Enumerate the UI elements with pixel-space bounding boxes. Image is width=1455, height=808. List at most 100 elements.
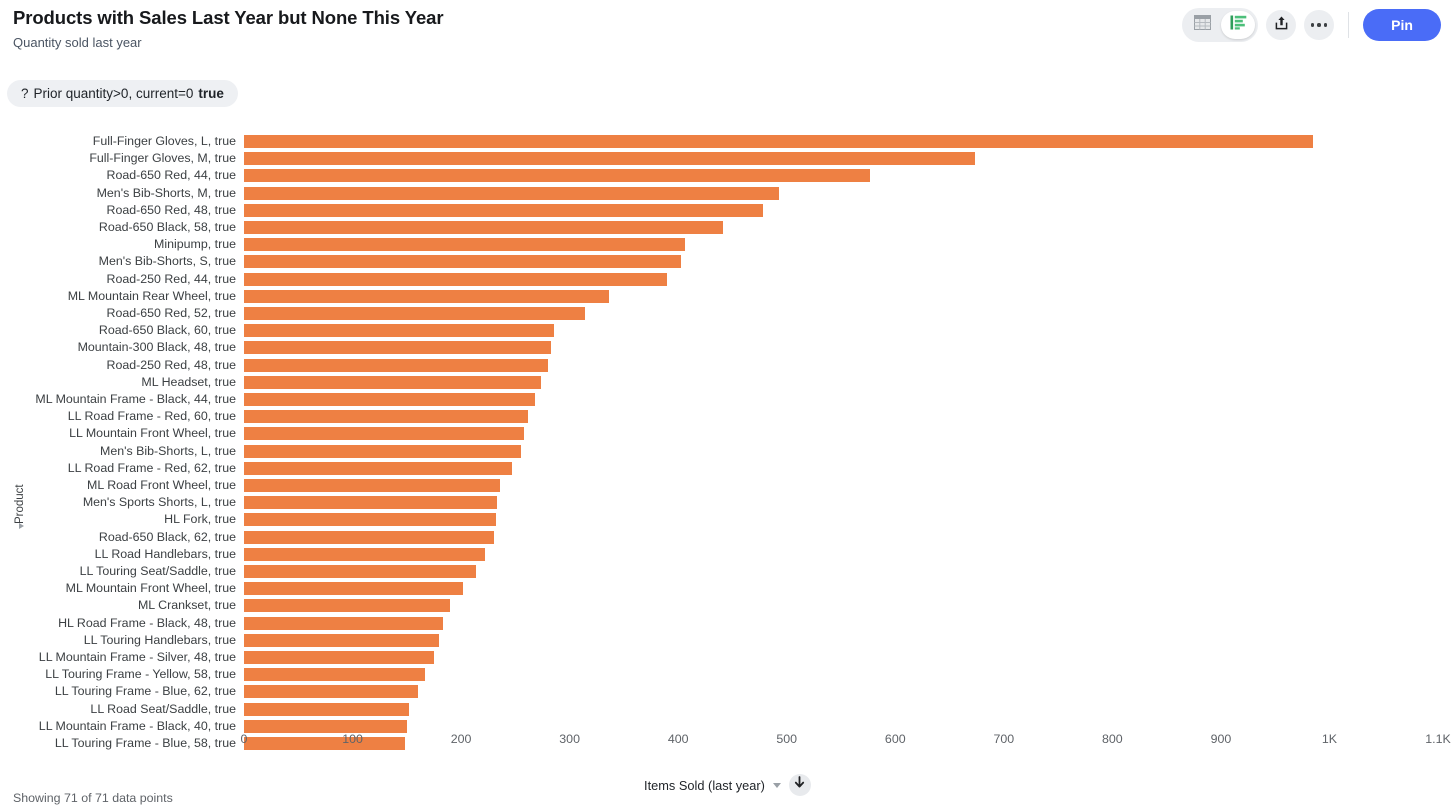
bar-row[interactable]: ML Mountain Front Wheel, true [0,580,1455,597]
pin-button[interactable]: Pin [1363,9,1441,41]
bar-plot: Full-Finger Gloves, L, true Full-Finger G… [0,120,1455,750]
bar[interactable] [244,272,668,286]
x-axis-tick: 1K [1321,732,1338,746]
bar[interactable] [244,427,525,441]
bar-row-label: HL Road Frame - Black, 48, true [58,615,236,630]
bar-row[interactable]: LL Road Handlebars, true [0,546,1455,563]
bar-row-label: LL Touring Handlebars, true [83,632,236,647]
bar-row[interactable]: LL Road Frame - Red, 60, true [0,408,1455,425]
bar-row-label: Road-650 Red, 44, true [106,168,237,183]
bar[interactable] [244,238,685,252]
chart-view-button[interactable] [1221,11,1255,39]
bar-row[interactable]: Men's Bib-Shorts, L, true [0,443,1455,460]
bar[interactable] [244,135,1314,148]
more-options-button[interactable] [1304,10,1334,40]
bar-row[interactable]: Road-250 Red, 44, true [0,271,1455,288]
bar[interactable] [244,169,871,183]
bar-row[interactable]: LL Touring Frame - Blue, 62, true [0,683,1455,700]
x-axis-title: Items Sold (last year) [644,777,765,793]
table-view-button[interactable] [1185,11,1219,39]
bar[interactable] [244,393,535,406]
bar[interactable] [244,203,763,217]
bar[interactable] [244,186,780,200]
bar-row[interactable]: Men's Bib-Shorts, M, true [0,185,1455,202]
bar-row-label: Men's Bib-Shorts, M, true [96,185,236,200]
bar-row[interactable]: LL Road Seat/Saddle, true [0,701,1455,718]
bar-row[interactable]: ML Mountain Frame - Black, 44, true [0,391,1455,408]
bar[interactable] [244,289,609,303]
bar[interactable] [244,719,407,733]
bar[interactable] [244,341,552,355]
bar-row[interactable]: HL Road Frame - Black, 48, true [0,615,1455,632]
bar-row[interactable]: Minipump, true [0,236,1455,253]
bar-row[interactable]: LL Touring Handlebars, true [0,632,1455,649]
bar-row[interactable]: LL Touring Seat/Saddle, true [0,563,1455,580]
bar[interactable] [244,530,494,544]
header-toolbar: Pin [1182,0,1441,50]
bar-row[interactable]: Full-Finger Gloves, M, true [0,150,1455,167]
bar-row[interactable]: LL Touring Frame - Yellow, 58, true [0,666,1455,683]
bar[interactable] [244,513,496,527]
chevron-down-icon[interactable] [772,782,781,788]
x-axis-tick: 700 [993,732,1015,746]
bar-row-label: Road-250 Red, 44, true [106,271,237,286]
bar[interactable] [244,496,497,510]
filter-chip[interactable]: ? Prior quantity>0, current=0 true [7,80,238,107]
bar[interactable] [244,565,477,578]
bar-row-label: Men's Bib-Shorts, L, true [100,443,236,458]
bar-row[interactable]: HL Fork, true [0,511,1455,528]
bar-row[interactable]: LL Road Frame - Red, 62, true [0,460,1455,477]
bar-row[interactable]: Mountain-300 Black, 48, true [0,339,1455,356]
bar-row[interactable]: Road-650 Black, 62, true [0,529,1455,546]
bar[interactable] [244,702,409,716]
bar-row-label: LL Touring Frame - Yellow, 58, true [45,667,236,682]
bar[interactable] [244,547,485,561]
bar[interactable] [244,221,723,234]
bar-row[interactable]: Road-650 Black, 60, true [0,322,1455,339]
bar[interactable] [244,479,501,492]
x-axis: 0 100 200 300 400 500 600 700 800 900 1K 1.1K [0,732,1455,760]
bar[interactable] [244,324,555,338]
bar[interactable] [244,616,443,630]
bar-row[interactable]: Road-250 Red, 48, true [0,357,1455,374]
bar-row[interactable]: ML Mountain Rear Wheel, true [0,288,1455,305]
share-button[interactable] [1266,10,1296,40]
bar-row[interactable]: Road-650 Red, 44, true [0,167,1455,184]
bar[interactable] [244,444,521,458]
sort-descending-button[interactable] [788,774,811,796]
bar-row[interactable]: Road-650 Black, 58, true [0,219,1455,236]
bar-row[interactable]: ML Road Front Wheel, true [0,477,1455,494]
bar-row[interactable]: Road-650 Red, 52, true [0,305,1455,322]
x-axis-tick: 300 [559,732,580,746]
bar-row-label: Minipump, true [154,237,236,252]
bar[interactable] [244,152,975,166]
bar-row-label: LL Road Frame - Red, 62, true [67,460,236,475]
bar[interactable] [244,375,542,389]
view-toggle-group [1182,8,1258,42]
share-icon [1274,15,1289,36]
bar[interactable] [244,307,585,320]
bar-row[interactable]: ML Headset, true [0,374,1455,391]
bar-row[interactable]: LL Mountain Frame - Silver, 48, true [0,649,1455,666]
arrow-down-icon [794,776,805,794]
bar-row-label: ML Road Front Wheel, true [87,478,236,492]
bar-row-label: LL Road Frame - Red, 60, true [67,409,236,424]
bar-row[interactable]: Men's Bib-Shorts, S, true [0,253,1455,270]
bar[interactable] [244,668,426,682]
bar-row-label: Mountain-300 Black, 48, true [77,340,236,355]
page-header: Products with Sales Last Year but None T… [0,0,1455,64]
bar[interactable] [244,651,434,664]
bar[interactable] [244,358,548,372]
bar[interactable] [244,633,440,647]
bar[interactable] [244,255,682,269]
bar-row[interactable]: Road-650 Red, 48, true [0,202,1455,219]
bar-row[interactable]: Full-Finger Gloves, L, true [0,133,1455,150]
bar[interactable] [244,599,451,613]
bar-row[interactable]: ML Crankset, true [0,597,1455,614]
bar[interactable] [244,410,529,424]
bar-row[interactable]: LL Mountain Front Wheel, true [0,425,1455,442]
bar[interactable] [244,461,513,475]
bar[interactable] [244,685,418,699]
bar-row[interactable]: Men's Sports Shorts, L, true [0,494,1455,511]
bar[interactable] [244,582,464,596]
